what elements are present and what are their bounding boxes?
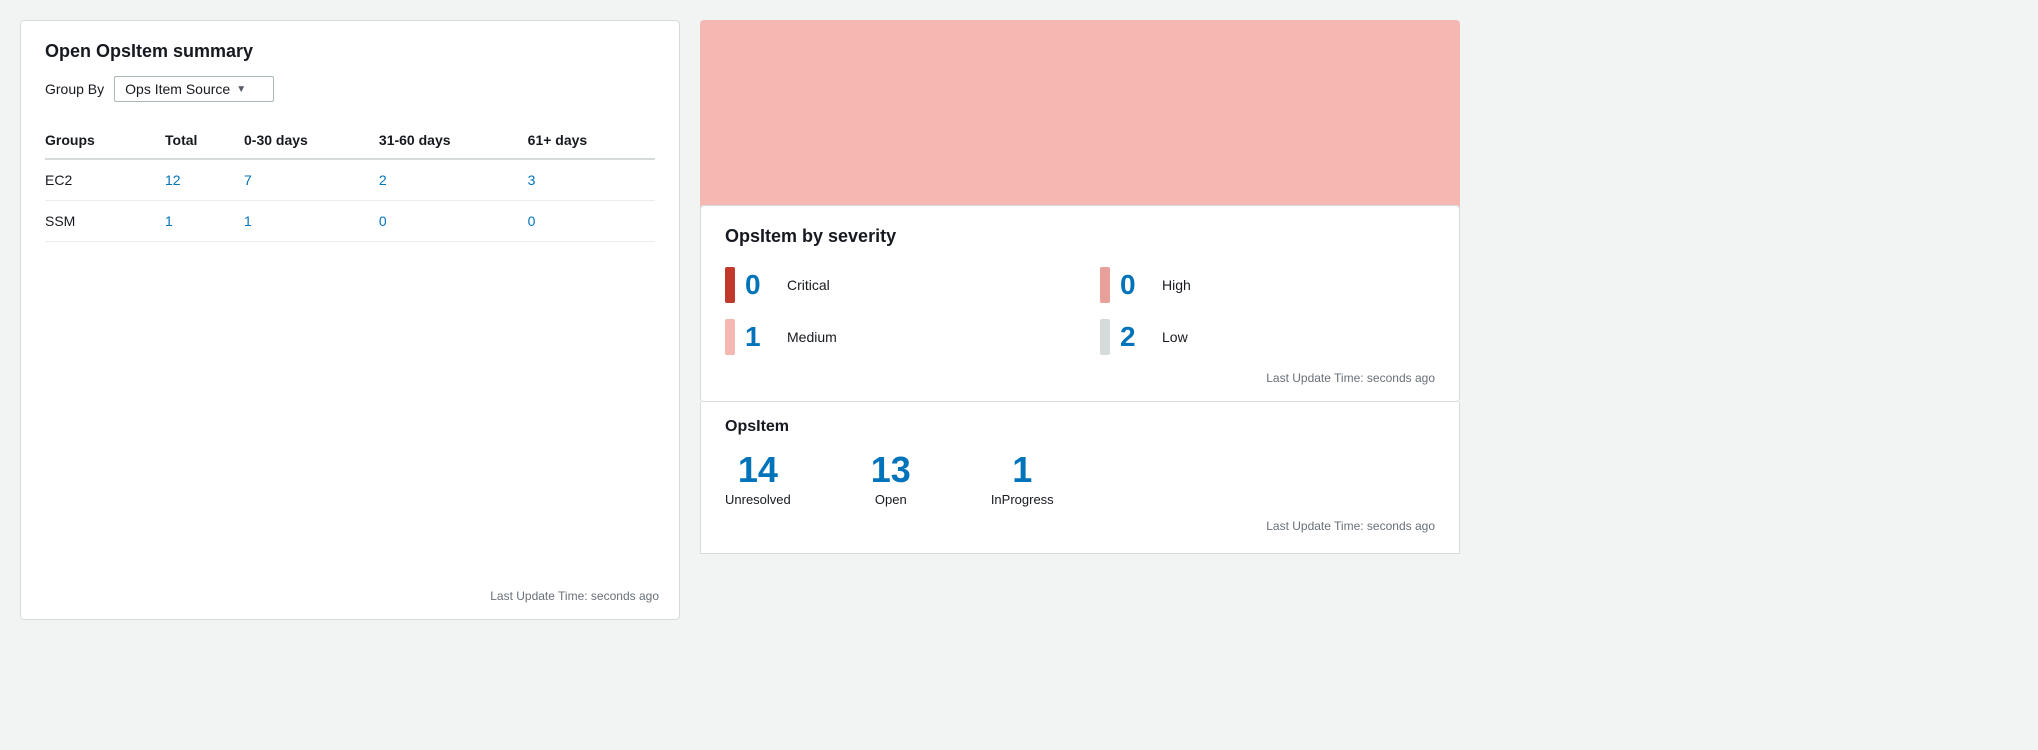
status-last-update: Last Update Time: seconds ago [725, 519, 1435, 533]
status-number-inprogress[interactable]: 1 [1012, 452, 1032, 488]
severity-count-medium[interactable]: 1 [745, 321, 777, 353]
col-header-61plus: 61+ days [528, 124, 655, 159]
severity-last-update: Last Update Time: seconds ago [725, 371, 1435, 385]
severity-item-critical: 0 Critical [725, 267, 1060, 303]
severity-bar-high [1100, 267, 1110, 303]
severity-count-high[interactable]: 0 [1120, 269, 1152, 301]
cell-31-60[interactable]: 0 [379, 201, 528, 242]
group-by-row: Group By Ops Item Source ▼ [45, 76, 655, 102]
severity-item-low: 2 Low [1100, 319, 1435, 355]
severity-bar-medium [725, 319, 735, 355]
cell-31-60[interactable]: 2 [379, 159, 528, 201]
ops-status-area: OpsItem 14 Unresolved 13 Open 1 InProgress La… [700, 402, 1460, 554]
left-card-last-update: Last Update Time: seconds ago [490, 589, 659, 603]
status-label-unresolved: Unresolved [725, 492, 791, 507]
status-numbers-row: 14 Unresolved 13 Open 1 InProgress [725, 452, 1435, 507]
cell-0-30[interactable]: 1 [244, 201, 379, 242]
ops-status-title: OpsItem [725, 418, 1435, 436]
severity-card: OpsItem by severity 0 Critical 0 High 1 Mediu… [700, 205, 1460, 402]
severity-item-high: 0 High [1100, 267, 1435, 303]
group-by-label: Group By [45, 81, 104, 97]
severity-card-title: OpsItem by severity [725, 226, 1435, 247]
severity-count-critical[interactable]: 0 [745, 269, 777, 301]
status-number-open[interactable]: 13 [871, 452, 911, 488]
status-item-open: 13 Open [871, 452, 911, 507]
col-header-groups: Groups [45, 124, 165, 159]
cell-group: EC2 [45, 159, 165, 201]
col-header-total: Total [165, 124, 244, 159]
severity-label-critical: Critical [787, 277, 830, 293]
right-wrapper: OpsItem by severity 0 Critical 0 High 1 Mediu… [700, 20, 1460, 554]
severity-count-low[interactable]: 2 [1120, 321, 1152, 353]
pink-background-area [700, 20, 1460, 215]
dropdown-arrow-icon: ▼ [236, 84, 246, 95]
table-row: EC212723 [45, 159, 655, 201]
severity-grid: 0 Critical 0 High 1 Medium 2 Low [725, 267, 1435, 355]
summary-card-title: Open OpsItem summary [45, 41, 655, 62]
cell-total[interactable]: 1 [165, 201, 244, 242]
severity-bar-low [1100, 319, 1110, 355]
cell-0-30[interactable]: 7 [244, 159, 379, 201]
group-by-selected-value: Ops Item Source [125, 81, 230, 97]
status-label-open: Open [875, 492, 907, 507]
group-by-dropdown[interactable]: Ops Item Source ▼ [114, 76, 274, 102]
cell-total[interactable]: 12 [165, 159, 244, 201]
status-number-unresolved[interactable]: 14 [738, 452, 778, 488]
severity-label-low: Low [1162, 329, 1188, 345]
cell-61plus[interactable]: 0 [528, 201, 655, 242]
summary-table: Groups Total 0-30 days 31-60 days 61+ da… [45, 124, 655, 242]
status-item-inprogress: 1 InProgress [991, 452, 1054, 507]
table-row: SSM1100 [45, 201, 655, 242]
severity-label-medium: Medium [787, 329, 837, 345]
cell-61plus[interactable]: 3 [528, 159, 655, 201]
col-header-0-30: 0-30 days [244, 124, 379, 159]
status-item-unresolved: 14 Unresolved [725, 452, 791, 507]
severity-item-medium: 1 Medium [725, 319, 1060, 355]
col-header-31-60: 31-60 days [379, 124, 528, 159]
status-label-inprogress: InProgress [991, 492, 1054, 507]
severity-label-high: High [1162, 277, 1191, 293]
main-container: Open OpsItem summary Group By Ops Item S… [0, 0, 2038, 750]
open-opsitem-summary-card: Open OpsItem summary Group By Ops Item S… [20, 20, 680, 620]
cell-group: SSM [45, 201, 165, 242]
table-header-row: Groups Total 0-30 days 31-60 days 61+ da… [45, 124, 655, 159]
severity-bar-critical [725, 267, 735, 303]
